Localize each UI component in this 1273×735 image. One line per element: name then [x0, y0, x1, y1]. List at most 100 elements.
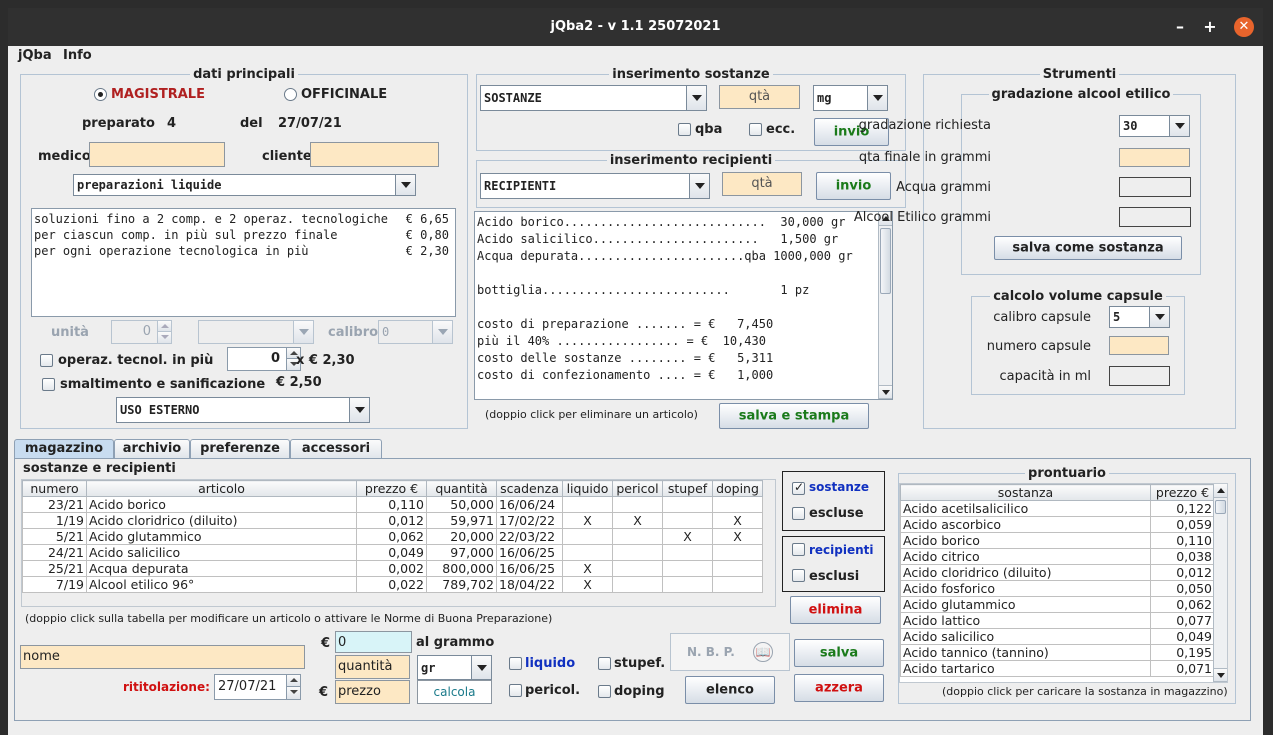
quantita-field[interactable]: quantità [335, 655, 410, 679]
spinner-up-icon[interactable] [286, 675, 300, 687]
tab-accessori[interactable]: accessori [290, 439, 382, 459]
ricetta-list[interactable]: Acido borico............................… [474, 211, 893, 400]
nome-field[interactable]: nome [20, 645, 305, 669]
column-header[interactable]: scadenza [496, 480, 563, 497]
ricetta-line[interactable]: bottiglia.......................... 1 pz [477, 282, 876, 299]
operaz-checkbox[interactable] [40, 354, 53, 367]
table-row[interactable]: Acido lattico 0,077 [900, 612, 1215, 629]
table-row[interactable]: Acido citrico 0,038 [900, 548, 1215, 565]
ricetta-line[interactable]: costo di confezionamento .... = € 1,000 [477, 367, 876, 384]
salva-button[interactable]: salva [794, 639, 884, 667]
salva-sostanza-button[interactable]: salva come sostanza [994, 236, 1182, 260]
table-row[interactable]: 25/21 Acqua depurata 0,002 800,000 16/06/25 X [22, 560, 763, 577]
ricetta-line[interactable]: più il 40% ................. = € 10,430 [477, 333, 876, 350]
sostanze-checkbox[interactable] [792, 480, 805, 495]
table-row[interactable]: 23/21 Acido borico 0,110 50,000 16/06/24 [22, 496, 763, 513]
ricetta-line[interactable]: costo delle sostanze ........ = € 5,311 [477, 350, 876, 367]
cliente-field[interactable] [310, 142, 439, 167]
unita-select[interactable] [198, 320, 314, 344]
table-row[interactable]: Acido salicilico 0,049 [900, 628, 1215, 645]
ricetta-line[interactable]: Acido borico............................… [477, 214, 876, 231]
doping-checkbox[interactable] [598, 685, 611, 698]
table-row[interactable]: Acido glutammico 0,062 [900, 596, 1215, 613]
recipienti-qta-field[interactable]: qtà [722, 172, 802, 196]
magazzino-table[interactable]: numero articolo prezzo € quantità scadenza li… [22, 480, 763, 593]
nbp-button[interactable]: N. B. P. 📖 [670, 633, 790, 671]
ricetta-line[interactable]: Acqua depurata.......................qba… [477, 248, 876, 265]
ricetta-line[interactable]: Acido salicilico....................... … [477, 231, 876, 248]
recipienti-checkbox[interactable] [792, 543, 805, 556]
pericol-checkbox[interactable] [509, 684, 522, 697]
close-button[interactable]: ✕ [1234, 17, 1254, 37]
radio-officinale[interactable] [284, 88, 297, 101]
sostanze-select[interactable]: SOSTANZE [480, 85, 707, 111]
grammi-select[interactable]: gr [417, 655, 492, 680]
maximize-button[interactable]: + [1200, 17, 1220, 37]
tariffa-row[interactable]: per ciascun comp. in più sul prezzo fina… [34, 227, 453, 243]
tab-archivio[interactable]: archivio [114, 439, 190, 459]
ricetta-line[interactable] [477, 265, 876, 282]
medico-field[interactable] [89, 142, 225, 167]
table-row[interactable]: 1/19 Acido cloridrico (diluito) 0,012 59,97… [22, 512, 763, 529]
prontuario-scrollbar[interactable] [1213, 484, 1227, 682]
operaz-spinner[interactable]: 0 [227, 347, 301, 371]
table-row[interactable]: 24/21 Acido salicilico 0,049 97,000 16/06/25 [22, 544, 763, 561]
elimina-button[interactable]: elimina [790, 596, 881, 624]
escluse-checkbox[interactable] [792, 507, 805, 520]
smaltimento-checkbox[interactable] [42, 378, 55, 391]
column-header[interactable]: stupef [662, 480, 713, 497]
recipienti-invio-button[interactable]: invio [816, 172, 891, 200]
table-row[interactable]: Acido tartarico 0,071 [900, 660, 1215, 677]
column-header[interactable]: sostanza [900, 484, 1151, 501]
uso-select[interactable]: USO ESTERNO [116, 397, 370, 423]
prezzo-field[interactable]: prezzo [335, 680, 410, 704]
ricetta-scrollbar[interactable] [878, 212, 892, 399]
table-row[interactable]: Acido acetilsalicilico 0,122 [900, 500, 1215, 517]
calcola-button[interactable]: calcola [417, 680, 492, 704]
column-header[interactable]: articolo [86, 480, 357, 497]
tariffe-list[interactable]: soluzioni fino a 2 comp. e 2 operaz. tec… [31, 208, 456, 317]
column-header[interactable]: prezzo € [1150, 484, 1215, 501]
column-header[interactable]: prezzo € [356, 480, 427, 497]
menu-jqba[interactable]: jQba [18, 48, 52, 63]
unita-misura-select[interactable]: mg [813, 85, 888, 111]
menu-info[interactable]: Info [63, 48, 92, 63]
prontuario-table[interactable]: sostanza prezzo € Acido acetilsalicilico 0… [900, 484, 1215, 677]
table-row[interactable]: Acido ascorbico 0,059 [900, 516, 1215, 533]
calibro-capsule-select[interactable]: 5 [1109, 306, 1170, 328]
spinner-down-icon[interactable] [286, 687, 300, 699]
table-row[interactable]: Acido cloridrico (diluito) 0,012 [900, 564, 1215, 581]
scroll-down-icon[interactable] [1214, 668, 1227, 682]
unita-spinner[interactable]: 0 [111, 320, 172, 344]
tariffa-row[interactable]: soluzioni fino a 2 comp. e 2 operaz. tec… [34, 211, 453, 227]
calibro-select[interactable]: 0 [378, 320, 453, 344]
sostanze-qta-field[interactable]: qtà [719, 85, 800, 109]
tab-magazzino[interactable]: magazzino [14, 439, 114, 460]
column-header[interactable]: numero [22, 480, 87, 497]
table-row[interactable]: 7/19 Alcool etilico 96° 0,022 789,702 18/04/… [22, 576, 763, 593]
table-row[interactable]: Acido tannico (tannino) 0,195 [900, 644, 1215, 661]
column-header[interactable]: doping [712, 480, 763, 497]
radio-magistrale[interactable] [94, 88, 107, 101]
qba-checkbox[interactable] [678, 123, 691, 136]
tab-preferenze[interactable]: preferenze [190, 439, 290, 459]
qta-finale-field[interactable] [1119, 148, 1190, 167]
column-header[interactable]: quantità [426, 480, 497, 497]
minimize-button[interactable]: – [1170, 17, 1190, 37]
gradazione-select[interactable]: 30 [1119, 115, 1190, 137]
stupef-checkbox[interactable] [598, 657, 611, 670]
prontuario-table-scroll[interactable]: sostanza prezzo € Acido acetilsalicilico 0… [899, 483, 1228, 683]
esclusi-checkbox[interactable] [792, 569, 805, 582]
liquido-checkbox[interactable] [509, 657, 522, 670]
recipienti-select[interactable]: RECIPIENTI [480, 173, 710, 199]
spinner-down-icon[interactable] [157, 332, 171, 343]
spinner-up-icon[interactable] [157, 321, 171, 332]
table-row[interactable]: 5/21 Acido glutammico 0,062 20,000 22/03/22 X… [22, 528, 763, 545]
tariffa-row[interactable]: per ogni operazione tecnologica in più € … [34, 243, 453, 259]
rititolazione-spinner[interactable]: 27/07/21 [214, 674, 301, 700]
column-header[interactable]: pericol [612, 480, 663, 497]
table-row[interactable]: Acido fosforico 0,050 [900, 580, 1215, 597]
scroll-thumb[interactable] [880, 228, 891, 294]
ricetta-line[interactable]: costo di preparazione ....... = € 7,450 [477, 316, 876, 333]
scroll-up-icon[interactable] [1214, 484, 1227, 498]
